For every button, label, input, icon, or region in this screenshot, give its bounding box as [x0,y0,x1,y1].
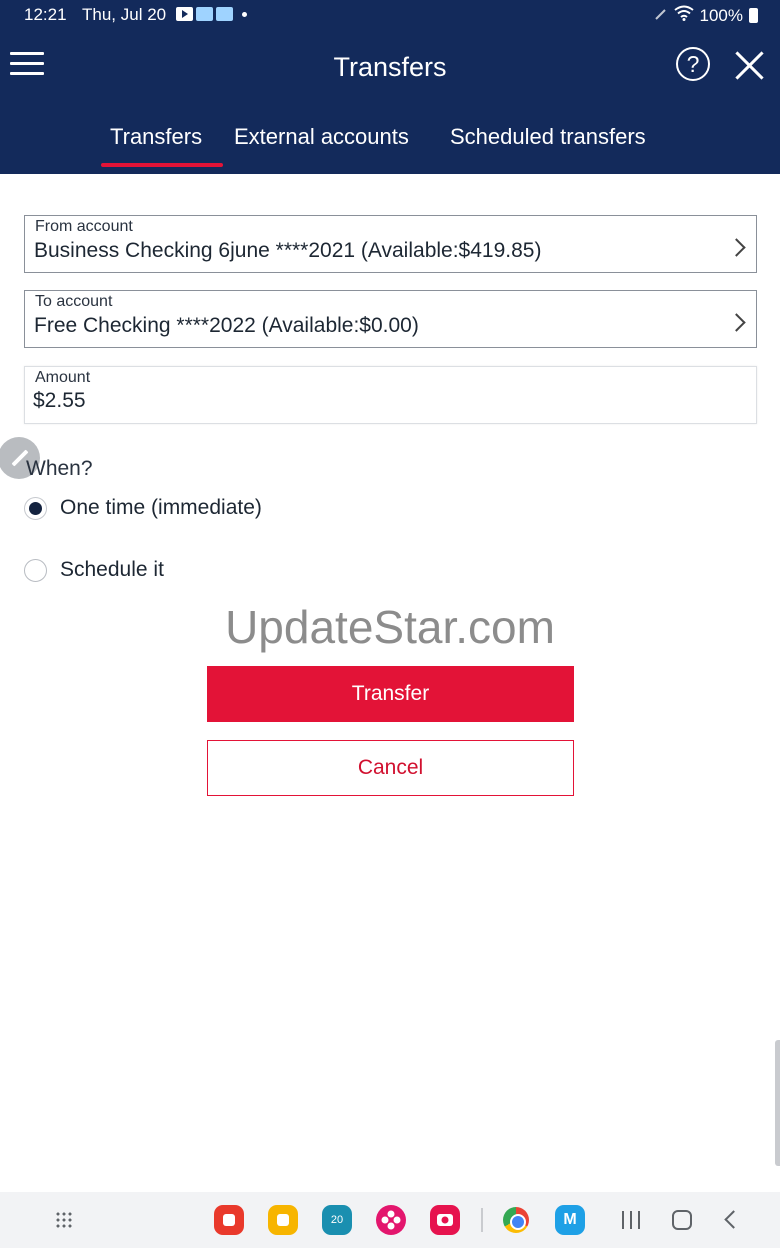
chevron-right-icon [727,238,746,257]
files-app-icon[interactable] [268,1205,298,1235]
camera-app-icon[interactable] [430,1205,460,1235]
notification-icons [176,7,247,21]
status-right: 100% [654,5,758,26]
status-date: Thu, Jul 20 [82,5,167,24]
tab-bar: Transfers External accounts Scheduled tr… [0,124,780,167]
close-icon[interactable] [734,50,764,80]
chrome-icon[interactable] [503,1207,529,1233]
dot-icon [242,11,247,17]
battery-icon [749,8,758,23]
from-account-label: From account [35,218,133,235]
radio-one-time-label: One time (immediate) [60,496,262,519]
radio-schedule-it-label: Schedule it [60,558,164,581]
amount-field[interactable]: Amount [24,366,757,424]
help-icon[interactable]: ? [676,47,710,81]
page-title: Transfers [333,52,447,82]
from-account-selector[interactable]: From account Business Checking 6june ***… [24,215,757,273]
status-bar: 12:21 Thu, Jul 20 100% [0,0,780,30]
notes-app-icon[interactable] [214,1205,244,1235]
youtube-icon [176,7,193,21]
app-notification-icon [196,7,213,21]
taskbar-divider [481,1208,483,1232]
transfer-button[interactable]: Transfer [207,666,574,722]
radio-selected-icon[interactable] [24,497,47,520]
app-notification-icon [216,7,233,21]
tab-transfers[interactable]: Transfers [110,124,202,150]
wifi-icon [673,5,694,26]
back-icon[interactable] [724,1210,743,1229]
battery-level: 100% [699,5,743,25]
watermark: UpdateStar.com [225,601,555,653]
gmail-icon[interactable]: M [555,1205,585,1235]
cancel-button[interactable]: Cancel [207,740,574,796]
home-icon[interactable] [672,1210,692,1230]
active-tab-indicator [101,163,223,167]
recents-icon[interactable] [622,1211,642,1229]
app-header: 12:21 Thu, Jul 20 100% Transfers ? Trans… [0,0,780,174]
to-account-label: To account [35,293,113,310]
app-grid-icon[interactable] [55,1211,73,1229]
to-account-selector[interactable]: To account Free Checking ****2022 (Avail… [24,290,757,348]
flower-app-icon[interactable] [376,1205,406,1235]
amount-input[interactable] [33,389,733,413]
radio-unselected-icon[interactable] [24,559,47,582]
status-time: 12:21 [24,5,67,24]
when-label: When? [26,457,93,480]
taskbar: 20 M [0,1192,780,1248]
from-account-value: Business Checking 6june ****2021 (Availa… [34,239,542,262]
edge-panel-handle[interactable] [775,1040,780,1166]
calendar-day: 20 [330,1214,344,1226]
to-account-value: Free Checking ****2022 (Available:$0.00) [34,314,419,337]
chevron-right-icon [727,313,746,332]
pen-icon [654,6,668,26]
tab-external-accounts[interactable]: External accounts [234,124,409,150]
calendar-app-icon[interactable]: 20 [322,1205,352,1235]
gmail-glyph: M [563,1211,577,1228]
amount-label: Amount [35,369,91,386]
tab-scheduled-transfers[interactable]: Scheduled transfers [450,124,646,150]
